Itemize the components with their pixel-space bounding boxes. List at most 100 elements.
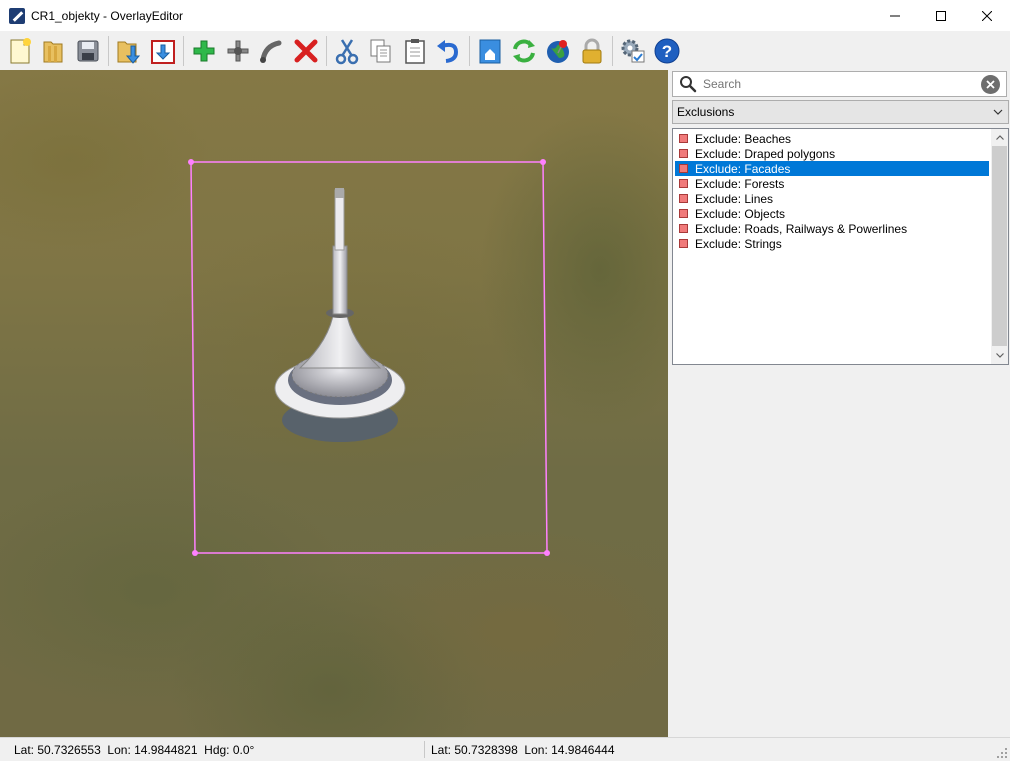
exclusion-swatch-icon — [679, 209, 688, 218]
exclusion-swatch-icon — [679, 134, 688, 143]
undo-icon — [437, 39, 459, 63]
bezier-button[interactable] — [255, 33, 289, 69]
exclusion-swatch-icon — [679, 224, 688, 233]
exclusion-swatch-icon — [679, 149, 688, 158]
copy-icon — [370, 39, 391, 62]
exclusion-swatch-icon — [679, 194, 688, 203]
title-bar: CR1_objekty - OverlayEditor — [0, 0, 1010, 31]
polygon-node — [192, 550, 198, 556]
chevron-up-icon — [995, 135, 1004, 140]
window-title: CR1_objekty - OverlayEditor — [31, 8, 184, 23]
list-item-label: Exclude: Strings — [695, 236, 782, 251]
list-item-label: Exclude: Draped polygons — [695, 146, 836, 161]
search-input[interactable] — [703, 77, 973, 91]
status-bar: Lat: 50.7326553 Lon: 14.9844821 Hdg: 0.0… — [0, 737, 1010, 761]
cut-button[interactable] — [330, 33, 364, 69]
chevron-down-icon — [993, 109, 1003, 115]
polygon-node — [540, 159, 546, 165]
new-icon — [10, 37, 31, 63]
cursor-position-status: Lat: 50.7326553 Lon: 14.9844821 Hdg: 0.0… — [14, 743, 255, 757]
list-item[interactable]: Exclude: Lines — [675, 191, 989, 206]
paste-icon — [405, 38, 425, 64]
chevron-down-icon — [995, 353, 1004, 358]
list-item[interactable]: Exclude: Facades — [675, 161, 989, 176]
reload-button[interactable] — [507, 33, 541, 69]
selection-position-status: Lat: 50.7328398 Lon: 14.9846444 — [431, 743, 615, 757]
clear-search-button[interactable] — [981, 75, 1000, 94]
export-button[interactable] — [146, 33, 180, 69]
close-button[interactable] — [964, 0, 1010, 31]
maximize-button[interactable] — [918, 0, 964, 31]
cut-icon — [335, 38, 359, 64]
map-viewport[interactable] — [0, 70, 668, 737]
status-separator — [424, 741, 425, 758]
toolbar-separator — [612, 35, 613, 66]
list-item[interactable]: Exclude: Beaches — [675, 131, 989, 146]
list-item[interactable]: Exclude: Strings — [675, 236, 989, 251]
add-node-button[interactable] — [221, 33, 255, 69]
exclusion-swatch-icon — [679, 164, 688, 173]
list-item[interactable]: Exclude: Objects — [675, 206, 989, 221]
export-icon — [151, 39, 175, 64]
close-icon — [986, 80, 995, 89]
paste-button[interactable] — [398, 33, 432, 69]
list-item-label: Exclude: Forests — [695, 176, 785, 191]
polygon-node — [188, 159, 194, 165]
add-button[interactable] — [187, 33, 221, 69]
category-select-value: Exclusions — [677, 105, 735, 119]
save-button[interactable] — [71, 33, 105, 69]
list-item-label: Exclude: Lines — [695, 191, 774, 206]
list-item-label: Exclude: Roads, Railways & Powerlines — [695, 221, 908, 236]
undo-button[interactable] — [432, 33, 466, 69]
toolbar-separator — [108, 35, 109, 66]
goto-globe-icon — [547, 39, 569, 63]
search-box[interactable] — [672, 71, 1007, 97]
add-node-icon — [227, 40, 249, 61]
lock-icon — [582, 38, 602, 63]
polygon-node — [544, 550, 550, 556]
search-icon — [680, 76, 697, 93]
delete-button[interactable] — [289, 33, 323, 69]
import-icon — [117, 41, 141, 64]
resize-grip-icon[interactable] — [996, 747, 1008, 759]
scroll-up-button[interactable] — [991, 129, 1008, 146]
list-scrollbar[interactable] — [991, 129, 1008, 364]
import-button[interactable] — [112, 33, 146, 69]
toolbar: ? — [0, 31, 1010, 70]
open-button[interactable] — [37, 33, 71, 69]
new-button[interactable] — [3, 33, 37, 69]
scroll-down-button[interactable] — [991, 347, 1008, 364]
delete-icon — [294, 39, 318, 62]
toolbar-separator — [469, 35, 470, 66]
goto-button[interactable] — [541, 33, 575, 69]
copy-button[interactable] — [364, 33, 398, 69]
list-item[interactable]: Exclude: Draped polygons — [675, 146, 989, 161]
minimize-button[interactable] — [872, 0, 918, 31]
object-list[interactable]: Exclude: Beaches Exclude: Draped polygon… — [672, 128, 1009, 365]
list-item[interactable]: Exclude: Forests — [675, 176, 989, 191]
home-icon — [479, 39, 501, 63]
open-icon — [43, 41, 63, 62]
list-item-label: Exclude: Objects — [695, 206, 786, 221]
exclusion-swatch-icon — [679, 179, 688, 188]
reload-icon — [513, 39, 535, 62]
preferences-icon — [621, 39, 645, 62]
window-controls — [872, 0, 1010, 31]
help-icon: ? — [654, 38, 680, 63]
scroll-thumb[interactable] — [992, 146, 1007, 346]
app-icon — [9, 7, 25, 24]
help-button[interactable]: ? — [650, 33, 684, 69]
preferences-button[interactable] — [616, 33, 650, 69]
toolbar-separator — [326, 35, 327, 66]
tower-object[interactable] — [274, 188, 406, 442]
exclusion-swatch-icon — [679, 239, 688, 248]
toolbar-separator — [183, 35, 184, 66]
map-canvas[interactable] — [0, 70, 668, 737]
category-select[interactable]: Exclusions — [672, 100, 1009, 124]
list-item-label: Exclude: Facades — [695, 161, 791, 176]
add-icon — [193, 40, 215, 61]
bezier-icon — [260, 40, 282, 63]
lock-button[interactable] — [575, 33, 609, 69]
list-item[interactable]: Exclude: Roads, Railways & Powerlines — [675, 221, 989, 236]
home-button[interactable] — [473, 33, 507, 69]
